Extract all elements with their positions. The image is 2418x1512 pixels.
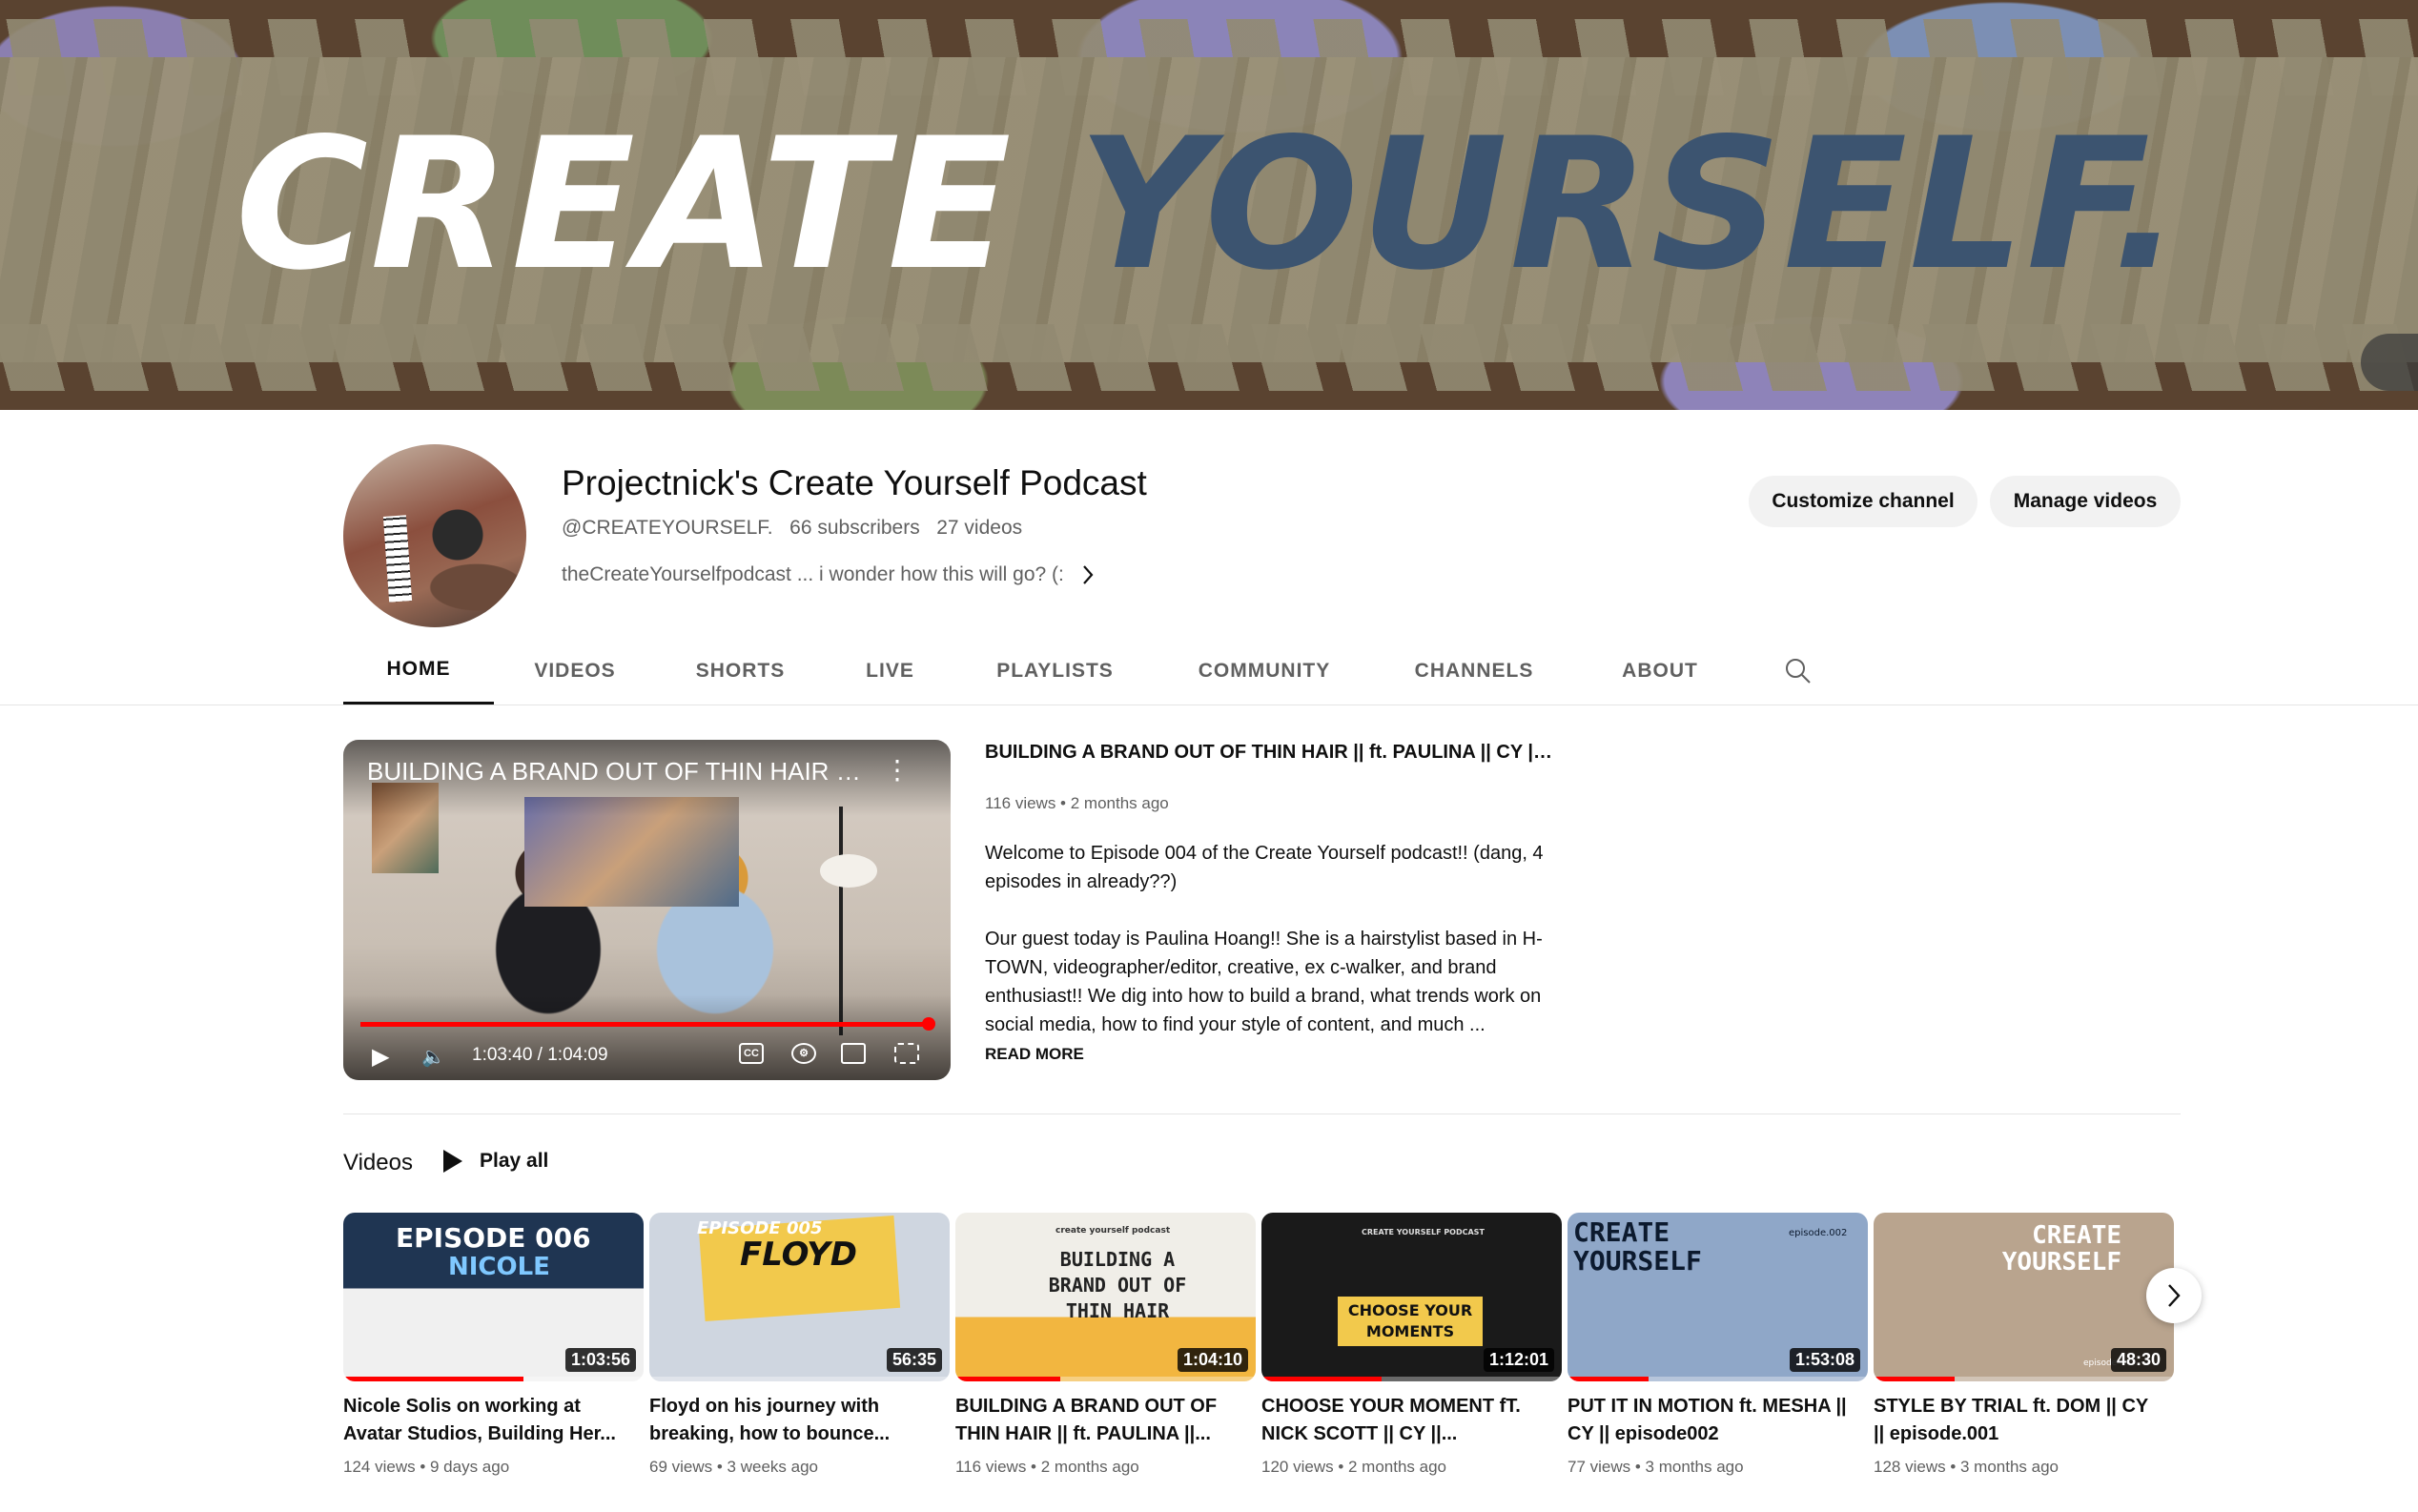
watch-progress (343, 1377, 523, 1381)
featured-video-meta: 116 views • 2 months ago (985, 794, 1169, 812)
channel-name: Projectnick's Create Yourself Podcast (562, 463, 1147, 502)
more-vert-icon[interactable]: ⋮ (884, 757, 911, 784)
tab-channels[interactable]: CHANNELS (1374, 637, 1574, 705)
channel-description[interactable]: theCreateYourselfpodcast ... i wonder ho… (562, 563, 1095, 586)
fullscreen-icon[interactable] (894, 1043, 919, 1064)
video-duration: 1:12:01 (1483, 1348, 1554, 1372)
channel-description-text: theCreateYourselfpodcast ... i wonder ho… (562, 563, 1064, 585)
thumbnail-text: BUILDING A BRAND OUT OF THIN HAIR (1048, 1248, 1187, 1322)
tab-home[interactable]: HOME (343, 637, 494, 705)
video-meta: 77 views • 3 months ago (1568, 1458, 1744, 1476)
thumbnail-subtext: episode.002 (1789, 1228, 1848, 1238)
video-card[interactable]: create yourself podcast BUILDING A BRAND… (955, 1213, 1256, 1477)
chevron-right-icon (1083, 565, 1094, 584)
play-icon[interactable]: ▶ (372, 1043, 389, 1071)
thumbnail-text: CREATE YOURSELF (1573, 1216, 1702, 1277)
channel-handle: @CREATEYOURSELF. (562, 517, 773, 539)
channel-tabs: HOME VIDEOS SHORTS LIVE PLAYLISTS COMMUN… (343, 637, 1851, 705)
thumbnail-subtext: NICOLE (448, 1253, 550, 1281)
shelf-title[interactable]: Videos (343, 1150, 413, 1176)
video-thumbnail[interactable]: CREATE YOURSELF episode 48:30 (1874, 1213, 2174, 1381)
video-title[interactable]: CHOOSE YOUR MOMENT fT. NICK SCOTT || CY … (1261, 1393, 1547, 1448)
video-meta: 124 views • 9 days ago (343, 1458, 510, 1476)
video-count: 27 videos (936, 517, 1023, 539)
cc-icon[interactable]: CC (739, 1043, 764, 1064)
play-icon (443, 1150, 462, 1173)
featured-video-description: Welcome to Episode 004 of the Create You… (985, 839, 1557, 1039)
tab-shorts[interactable]: SHORTS (656, 637, 825, 705)
banner-logo: CREATE YOURSELF. (235, 99, 2183, 310)
video-thumbnail[interactable]: create yourself podcast BUILDING A BRAND… (955, 1213, 1256, 1381)
video-title[interactable]: STYLE BY TRIAL ft. DOM || CY || episode.… (1874, 1393, 2160, 1448)
tab-about[interactable]: ABOUT (1574, 637, 1746, 705)
video-thumbnail[interactable]: EPISODE 005 FLOYD 56:35 (649, 1213, 950, 1381)
tab-live[interactable]: LIVE (825, 637, 955, 705)
video-meta: 128 views • 3 months ago (1874, 1458, 2059, 1476)
player-time: 1:03:40 / 1:04:09 (472, 1045, 608, 1065)
volume-icon[interactable]: 🔈 (421, 1045, 445, 1069)
video-thumbnail[interactable]: EPISODE 006 NICOLE 1:03:56 (343, 1213, 644, 1381)
featured-video-title[interactable]: BUILDING A BRAND OUT OF THIN HAIR || ft.… (985, 742, 1557, 764)
thumbnail-text: EPISODE 006 (396, 1222, 591, 1254)
tab-videos[interactable]: VIDEOS (494, 637, 656, 705)
video-card[interactable]: EPISODE 005 FLOYD 56:35 Floyd on his jou… (649, 1213, 950, 1477)
video-title[interactable]: PUT IT IN MOTION ft. MESHA || CY || epis… (1568, 1393, 1854, 1448)
progress-scrubber[interactable] (921, 1017, 935, 1031)
banner-scribble-bottom (0, 324, 2418, 391)
thumbnail-text: CREATE YOURSELF (2001, 1221, 2121, 1277)
video-meta: 120 views • 2 months ago (1261, 1458, 1447, 1476)
video-duration: 1:04:10 (1177, 1348, 1248, 1372)
video-thumbnail[interactable]: CREATE YOURSELF episode.002 1:53:08 (1568, 1213, 1868, 1381)
thumbnail-text: FLOYD (740, 1236, 857, 1274)
video-meta: 116 views • 2 months ago (955, 1458, 1139, 1476)
description-paragraph-1: Welcome to Episode 004 of the Create You… (985, 843, 1544, 892)
video-duration: 1:03:56 (564, 1348, 636, 1372)
watch-progress (1874, 1377, 1956, 1381)
watch-progress (1261, 1377, 1382, 1381)
video-title[interactable]: Floyd on his journey with breaking, how … (649, 1393, 935, 1448)
video-thumbnail[interactable]: CREATE YOURSELF PODCAST CHOOSE YOUR MOME… (1261, 1213, 1562, 1381)
channel-banner: CREATE YOURSELF. (0, 0, 2418, 410)
tab-community[interactable]: COMMUNITY (1155, 637, 1374, 705)
description-paragraph-2: Our guest today is Paulina Hoang!! She i… (985, 929, 1543, 1035)
video-title[interactable]: Nicole Solis on working at Avatar Studio… (343, 1393, 629, 1448)
video-card[interactable]: CREATE YOURSELF episode 48:30 STYLE BY T… (1874, 1213, 2174, 1477)
video-duration: 48:30 (2110, 1348, 2166, 1372)
tab-playlists[interactable]: PLAYLISTS (955, 637, 1155, 705)
play-all-label: Play all (480, 1150, 549, 1172)
settings-icon[interactable]: ⚙ (791, 1043, 816, 1064)
channel-avatar (343, 444, 526, 627)
customize-channel-button[interactable]: Customize channel (1749, 476, 1977, 527)
video-title[interactable]: BUILDING A BRAND OUT OF THIN HAIR || ft.… (955, 1393, 1241, 1448)
search-channel-button[interactable] (1746, 637, 1851, 705)
play-all-button[interactable]: Play all (443, 1150, 548, 1173)
cast-icon[interactable] (841, 1043, 866, 1064)
search-icon (1786, 659, 1811, 684)
banner-link-button[interactable] (2361, 334, 2418, 391)
video-meta: 69 views • 3 weeks ago (649, 1458, 818, 1476)
chevron-right-icon (2168, 1284, 2181, 1307)
avatar-keyboard (382, 515, 413, 603)
progress-fill (360, 1022, 929, 1027)
read-more-link[interactable]: READ MORE (985, 1045, 1084, 1064)
video-card[interactable]: CREATE YOURSELF episode.002 1:53:08 PUT … (1568, 1213, 1868, 1477)
featured-video-player[interactable]: BUILDING A BRAND OUT OF THIN HAIR || ...… (343, 740, 951, 1080)
video-duration: 56:35 (886, 1348, 942, 1372)
manage-videos-button[interactable]: Manage videos (1990, 476, 2181, 527)
video-duration: 1:53:08 (1789, 1348, 1860, 1372)
watch-progress-track (649, 1377, 950, 1381)
watch-progress (1568, 1377, 1650, 1381)
player-scene (820, 854, 877, 888)
subscriber-count: 66 subscribers (789, 517, 920, 539)
watch-progress (955, 1377, 1061, 1381)
channel-meta: @CREATEYOURSELF. 66 subscribers 27 video… (562, 517, 1022, 540)
video-card[interactable]: EPISODE 006 NICOLE 1:03:56 Nicole Solis … (343, 1213, 644, 1477)
thumbnail-subtext: create yourself podcast (1055, 1226, 1171, 1236)
thumbnail-subtext: CREATE YOURSELF PODCAST (1362, 1228, 1485, 1236)
player-overlay-title[interactable]: BUILDING A BRAND OUT OF THIN HAIR || ... (367, 757, 863, 787)
shelf-next-button[interactable] (2146, 1268, 2202, 1323)
video-card[interactable]: CREATE YOURSELF PODCAST CHOOSE YOUR MOME… (1261, 1213, 1562, 1477)
thumbnail-text: CHOOSE YOUR MOMENTS (1338, 1297, 1483, 1346)
